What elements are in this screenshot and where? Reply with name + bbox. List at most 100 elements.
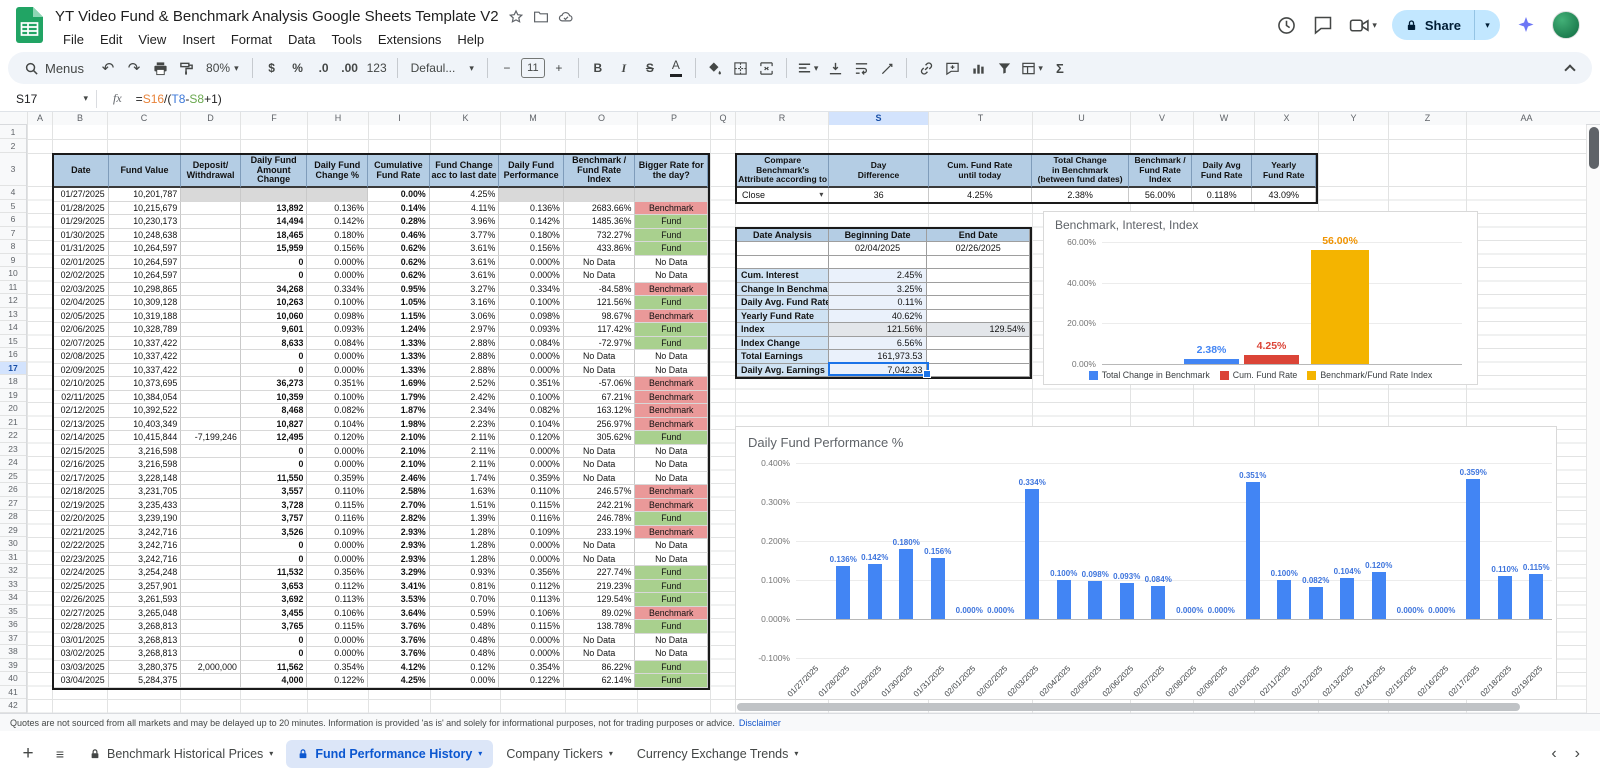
cell[interactable]: 0.156% [307, 242, 369, 256]
cell[interactable]: 3,757 [240, 512, 308, 526]
row-header-27[interactable]: 27 [0, 497, 26, 510]
cell[interactable]: 13,892 [240, 201, 308, 215]
cell[interactable] [635, 188, 708, 202]
cell[interactable]: No Data [563, 539, 636, 553]
insert-link-button[interactable] [914, 56, 938, 80]
cell[interactable]: Fund [635, 431, 708, 445]
column-header-cell[interactable]: Daily Fund Amount Change [240, 155, 308, 188]
row-header-3[interactable]: 3 [0, 153, 26, 186]
cell[interactable]: 1.05% [368, 296, 430, 310]
cell[interactable]: 10,384,054 [108, 390, 182, 404]
cell[interactable]: 02/11/2025 [54, 390, 109, 404]
meet-button[interactable]: ▾ [1349, 15, 1377, 36]
sheets-logo-icon[interactable] [16, 7, 43, 43]
menu-help[interactable]: Help [449, 31, 492, 48]
cell[interactable]: 256.97% [563, 417, 636, 431]
cell[interactable]: 0.000% [307, 458, 369, 472]
row-header-7[interactable]: 7 [0, 227, 26, 240]
cell[interactable]: 02/03/2025 [54, 282, 109, 296]
cell[interactable]: 0.115% [499, 498, 564, 512]
cell[interactable] [737, 255, 829, 269]
cell[interactable]: 3,239,190 [108, 512, 182, 526]
cell[interactable]: 02/19/2025 [54, 498, 109, 512]
cell[interactable]: 305.62% [563, 431, 636, 445]
cell[interactable]: Benchmark [635, 390, 708, 404]
cell[interactable]: 0 [240, 255, 308, 269]
cell[interactable]: 0.112% [499, 579, 564, 593]
column-header-B[interactable]: B [52, 112, 107, 125]
end-date-header[interactable]: End Date [927, 228, 1030, 242]
row-header-41[interactable]: 41 [0, 686, 26, 699]
menus-search-button[interactable]: Menus [18, 55, 94, 81]
cell[interactable]: 3,242,716 [108, 525, 182, 539]
menu-tools[interactable]: Tools [323, 31, 369, 48]
metric-label[interactable]: Index [737, 323, 829, 337]
cell[interactable]: 0.093% [307, 323, 369, 337]
cell[interactable]: 0.000% [499, 458, 564, 472]
cell[interactable]: 0.180% [307, 228, 369, 242]
add-sheet-button[interactable]: + [14, 740, 42, 768]
cell[interactable]: 02/01/2025 [54, 255, 109, 269]
metric-value[interactable]: 0.11% [828, 296, 928, 310]
metric-value-2[interactable] [927, 296, 1030, 310]
cell[interactable] [181, 674, 241, 688]
cell[interactable]: 3,765 [240, 620, 308, 634]
cell[interactable]: 3.76% [368, 633, 430, 647]
cell[interactable]: 2.93% [368, 552, 430, 566]
cell[interactable]: Benchmark [635, 201, 708, 215]
cell[interactable]: 62.14% [563, 674, 636, 688]
cell[interactable]: 1.51% [429, 498, 500, 512]
cell[interactable]: 8,468 [240, 404, 308, 418]
cell[interactable]: Benchmark [635, 282, 708, 296]
cell[interactable] [181, 458, 241, 472]
cell[interactable]: No Data [635, 363, 708, 377]
row-header-13[interactable]: 13 [0, 308, 26, 321]
cell[interactable]: 3,557 [240, 485, 308, 499]
cell[interactable]: 3,526 [240, 525, 308, 539]
cell[interactable] [181, 350, 241, 364]
cell[interactable] [828, 255, 928, 269]
cell[interactable]: 02/20/2025 [54, 512, 109, 526]
cell[interactable]: No Data [635, 633, 708, 647]
cell[interactable]: 0.359% [499, 471, 564, 485]
cell[interactable] [181, 336, 241, 350]
cell[interactable]: 1.87% [368, 404, 430, 418]
cell[interactable]: No Data [635, 471, 708, 485]
column-header-Q[interactable]: Q [710, 112, 735, 125]
column-header-X[interactable]: X [1254, 112, 1318, 125]
decrease-font-size-button[interactable]: − [495, 56, 519, 80]
attribute-dropdown[interactable]: Close ▾ [737, 188, 830, 202]
cell[interactable]: No Data [635, 647, 708, 661]
cell[interactable]: 0.359% [307, 471, 369, 485]
column-header-C[interactable]: C [107, 112, 180, 125]
bold-button[interactable]: B [586, 56, 610, 80]
row-header-28[interactable]: 28 [0, 510, 26, 524]
cell[interactable]: 11,532 [240, 566, 308, 580]
cell[interactable]: 0.93% [429, 566, 500, 580]
beginning-date-value[interactable]: 02/04/2025 [828, 242, 928, 256]
cell[interactable]: 0.000% [307, 539, 369, 553]
cell[interactable]: 0 [240, 633, 308, 647]
column-header-cell[interactable]: Cum. Fund Rate until today [928, 155, 1032, 188]
cell[interactable]: 0.156% [499, 242, 564, 256]
row-header-16[interactable]: 16 [0, 348, 26, 362]
cell[interactable]: No Data [635, 269, 708, 283]
sheet-tab-currency-exchange-trends[interactable]: Currency Exchange Trends ▾ [626, 740, 809, 768]
row-header-12[interactable]: 12 [0, 294, 26, 308]
cell[interactable] [181, 606, 241, 620]
metric-value-2[interactable] [927, 336, 1030, 350]
functions-button[interactable]: Σ [1048, 56, 1072, 80]
cell[interactable]: 0.000% [499, 539, 564, 553]
cell[interactable]: 10,298,865 [108, 282, 182, 296]
row-header-39[interactable]: 39 [0, 659, 26, 672]
sheet-tab-company-tickers[interactable]: Company Tickers ▾ [495, 740, 624, 768]
cell[interactable]: 02/09/2025 [54, 363, 109, 377]
menu-format[interactable]: Format [223, 31, 280, 48]
cell[interactable]: 02/12/2025 [54, 404, 109, 418]
metric-value-2[interactable]: 129.54% [927, 323, 1030, 337]
cell[interactable]: 10,060 [240, 309, 308, 323]
cell[interactable]: 0.110% [307, 485, 369, 499]
row-header-15[interactable]: 15 [0, 335, 26, 348]
cell[interactable]: 18,465 [240, 228, 308, 242]
cell[interactable]: 3,242,716 [108, 539, 182, 553]
